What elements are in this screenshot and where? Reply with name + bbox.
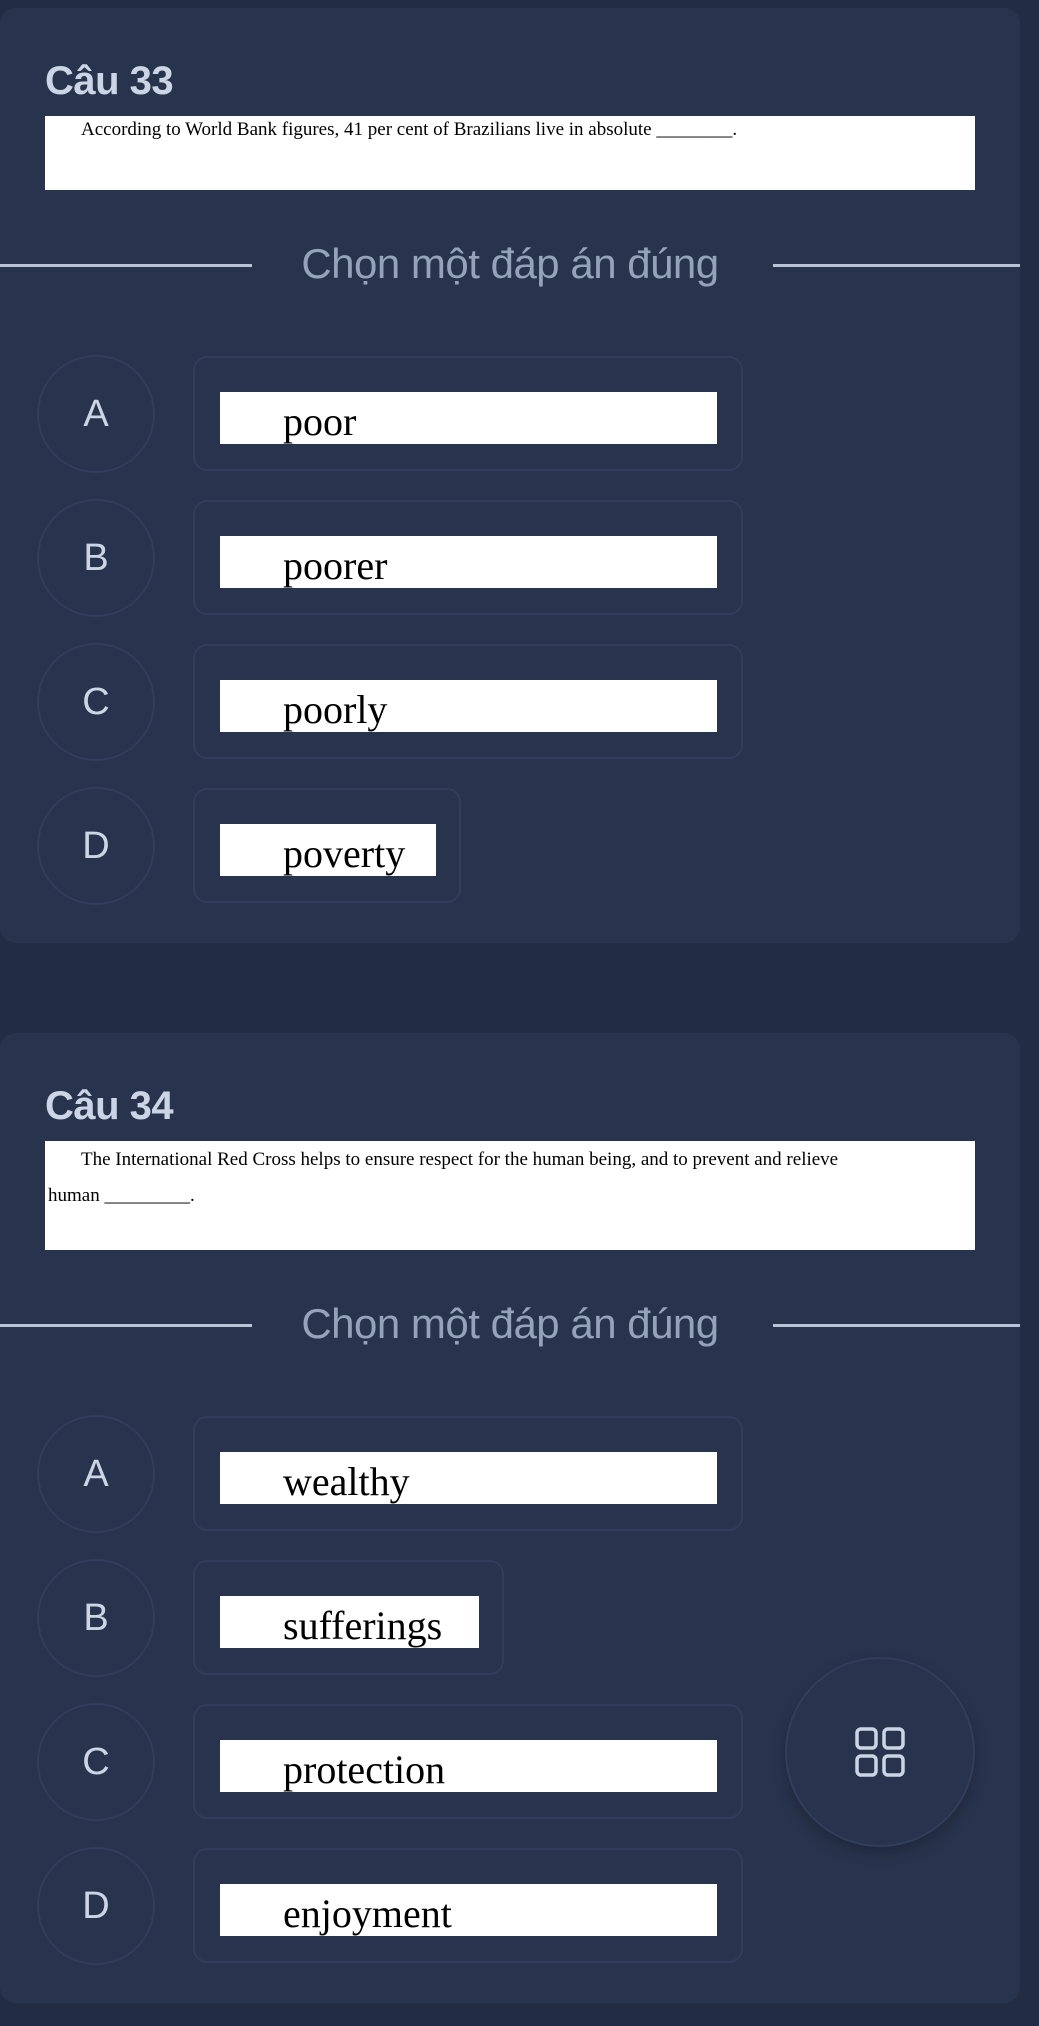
question-prompt: According to World Bank figures, 41 per … xyxy=(45,116,975,190)
option-letter[interactable]: B xyxy=(37,1559,155,1677)
question-card-34: Câu 34 The International Red Cross helps… xyxy=(0,1033,1020,2003)
divider-line-right xyxy=(773,1324,1020,1327)
option-text: wealthy xyxy=(220,1452,717,1504)
option-box[interactable]: poor xyxy=(193,356,743,471)
option-text: poor xyxy=(220,392,717,444)
option-box[interactable]: wealthy xyxy=(193,1416,743,1531)
option-text: poorly xyxy=(220,680,717,732)
option-text: sufferings xyxy=(220,1596,479,1648)
prompt-line: The International Red Cross helps to ens… xyxy=(81,1149,839,1170)
option-box[interactable]: poorer xyxy=(193,500,743,615)
prompt-line: According to World Bank figures, 41 per … xyxy=(81,119,738,140)
option-c[interactable]: C poorly xyxy=(0,643,760,761)
instruction-divider: Chọn một đáp án đúng xyxy=(0,239,1020,289)
divider-line-right xyxy=(773,264,1020,267)
option-a[interactable]: A wealthy xyxy=(0,1415,760,1533)
instruction-divider: Chọn một đáp án đúng xyxy=(0,1299,1020,1349)
option-letter[interactable]: D xyxy=(37,787,155,905)
prompt-line: human _________. xyxy=(48,1185,195,1206)
option-d[interactable]: D poverty xyxy=(0,787,760,905)
option-letter[interactable]: A xyxy=(37,1415,155,1533)
option-letter[interactable]: A xyxy=(37,355,155,473)
option-letter[interactable]: C xyxy=(37,1703,155,1821)
option-text: poorer xyxy=(220,536,717,588)
option-text: protection xyxy=(220,1740,717,1792)
option-c[interactable]: C protection xyxy=(0,1703,760,1821)
option-box[interactable]: protection xyxy=(193,1704,743,1819)
option-text: poverty xyxy=(220,824,436,876)
option-d[interactable]: D enjoyment xyxy=(0,1847,760,1965)
option-b[interactable]: B sufferings xyxy=(0,1559,760,1677)
question-grid-button[interactable] xyxy=(785,1657,975,1847)
option-box[interactable]: poverty xyxy=(193,788,461,903)
option-b[interactable]: B poorer xyxy=(0,499,760,617)
question-title: Câu 33 xyxy=(45,59,174,103)
question-card-33: Câu 33 According to World Bank figures, … xyxy=(0,8,1020,943)
option-letter[interactable]: D xyxy=(37,1847,155,1965)
option-box[interactable]: enjoyment xyxy=(193,1848,743,1963)
grid-icon xyxy=(855,1727,905,1777)
option-letter[interactable]: C xyxy=(37,643,155,761)
option-box[interactable]: poorly xyxy=(193,644,743,759)
option-box[interactable]: sufferings xyxy=(193,1560,504,1675)
option-letter[interactable]: B xyxy=(37,499,155,617)
option-text: enjoyment xyxy=(220,1884,717,1936)
question-title: Câu 34 xyxy=(45,1084,174,1128)
question-prompt: The International Red Cross helps to ens… xyxy=(45,1141,975,1250)
option-a[interactable]: A poor xyxy=(0,355,760,473)
